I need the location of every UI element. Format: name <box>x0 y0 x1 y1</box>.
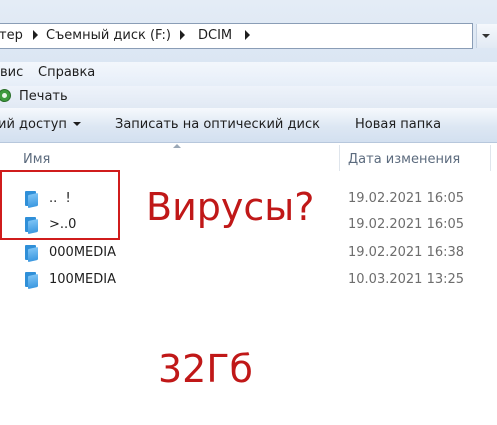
toolbar: ий доступ Записать на оптический диск Но… <box>0 108 497 143</box>
breadcrumb-computer[interactable]: тер <box>0 28 23 43</box>
chevron-down-icon <box>482 34 490 38</box>
file-date: 19.02.2021 16:38 <box>348 245 465 260</box>
file-name: 000MEDIA <box>49 245 116 260</box>
column-name[interactable]: Имя <box>23 152 50 167</box>
burn-disc-button[interactable]: Записать на оптический диск <box>115 117 320 132</box>
address-bar[interactable]: тер Съемный диск (F:) DCIM <box>0 23 473 49</box>
sort-ascending-icon <box>173 144 181 148</box>
annotation-size: 32Гб <box>158 347 253 391</box>
menu-help[interactable]: Справка <box>38 65 95 80</box>
address-history-button[interactable] <box>476 24 497 48</box>
column-header: Имя Дата изменения <box>0 143 497 173</box>
folder-icon <box>25 272 39 290</box>
file-row[interactable]: 100MEDIA 10.03.2021 13:25 <box>0 267 497 293</box>
breadcrumb-separator-icon[interactable] <box>180 30 185 40</box>
file-name: 100MEDIA <box>49 272 116 287</box>
file-date: 10.03.2021 13:25 <box>348 272 465 287</box>
column-date-modified[interactable]: Дата изменения <box>348 152 460 167</box>
file-date: 19.02.2021 16:05 <box>348 191 465 206</box>
column-divider[interactable] <box>490 145 491 171</box>
breadcrumb-separator-icon[interactable] <box>33 30 38 40</box>
new-folder-button[interactable]: Новая папка <box>355 117 441 132</box>
print-button[interactable]: Печать <box>19 89 68 104</box>
breadcrumb-separator-icon[interactable] <box>245 30 250 40</box>
breadcrumb-removable-disk[interactable]: Съемный диск (F:) <box>46 28 171 43</box>
breadcrumb-dcim[interactable]: DCIM <box>198 28 232 43</box>
column-divider[interactable] <box>339 145 340 171</box>
menu-bar: вис Справка <box>0 62 497 86</box>
command-bar-print: Печать <box>0 86 497 108</box>
menu-tools[interactable]: вис <box>0 65 23 80</box>
folder-icon <box>25 245 39 263</box>
address-bar-area: тер Съемный диск (F:) DCIM <box>0 0 497 62</box>
chevron-down-icon <box>72 122 81 126</box>
annotation-viruses: Вирусы? <box>146 185 315 229</box>
share-button[interactable]: ий доступ <box>0 117 81 132</box>
share-button-label: ий доступ <box>0 117 67 132</box>
annotation-highlight-box <box>0 170 120 240</box>
print-icon[interactable] <box>0 89 11 102</box>
file-date: 19.02.2021 16:05 <box>348 217 465 232</box>
file-row[interactable]: 000MEDIA 19.02.2021 16:38 <box>0 240 497 266</box>
